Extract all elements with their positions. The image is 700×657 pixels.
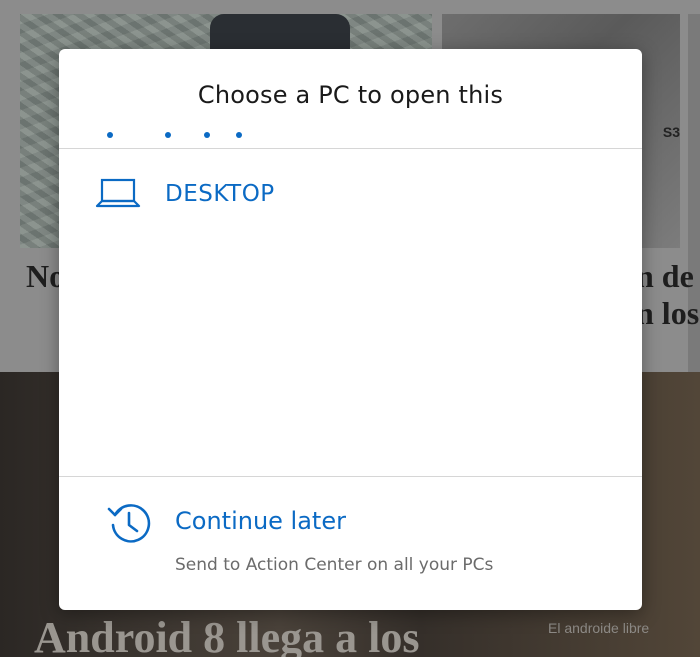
loading-dot — [236, 132, 242, 138]
article-big-title: Android 8 llega a los — [34, 613, 420, 657]
pc-name: DESKTOP — [165, 181, 275, 207]
loading-dot — [165, 132, 171, 138]
loading-dot — [204, 132, 210, 138]
loading-dot — [107, 132, 113, 138]
history-clock-icon — [107, 504, 151, 543]
continue-later-button[interactable]: Continue later Send to Action Center on … — [95, 493, 605, 585]
headline-right-line-2: n los — [636, 295, 700, 331]
loading-dots — [59, 132, 642, 144]
image-badge: S3 — [662, 124, 680, 140]
dialog-title: Choose a PC to open this — [197, 81, 504, 109]
headline-right-line-1: n de — [636, 258, 694, 294]
laptop-icon — [95, 178, 141, 208]
article-headline-right: n de n los — [636, 258, 699, 332]
divider-top — [59, 148, 642, 149]
pc-item-desktop[interactable]: DESKTOP — [95, 167, 605, 221]
divider-bottom — [59, 476, 642, 477]
continue-later-description: Send to Action Center on all your PCs — [175, 555, 494, 575]
choose-pc-dialog: Choose a PC to open this DESKTOP Continu… — [59, 49, 642, 610]
watermark: El androide libre — [548, 620, 650, 636]
continue-later-label: Continue later — [175, 507, 346, 535]
